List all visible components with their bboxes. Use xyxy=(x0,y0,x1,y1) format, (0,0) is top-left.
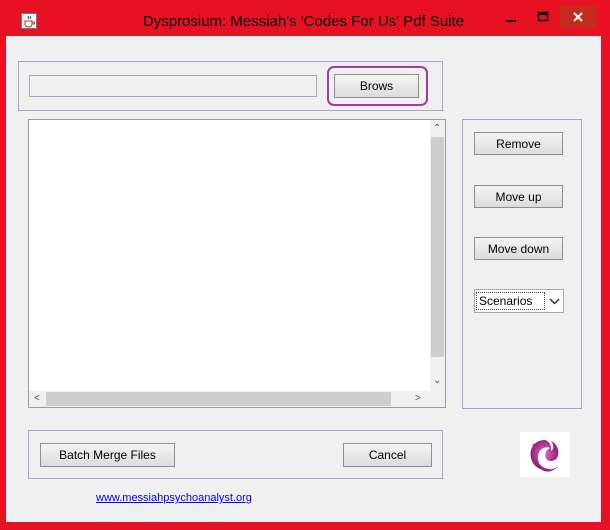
batch-merge-button[interactable]: Batch Merge Files xyxy=(40,443,175,467)
phoenix-logo xyxy=(520,432,570,477)
file-list[interactable]: ⌃ ⌄ < > xyxy=(28,119,446,408)
website-link[interactable]: www.messiahpsychoanalyst.org xyxy=(96,492,252,504)
title-bar[interactable]: Dysprosium: Messiah's 'Codes For Us' Pdf… xyxy=(6,6,601,36)
move-up-button[interactable]: Move up xyxy=(474,185,563,208)
browse-button[interactable]: Brows xyxy=(334,74,419,98)
scroll-left-icon[interactable]: < xyxy=(34,394,40,404)
main-window: Dysprosium: Messiah's 'Codes For Us' Pdf… xyxy=(6,6,601,522)
minimize-button[interactable] xyxy=(496,6,526,28)
file-path-field[interactable] xyxy=(29,75,317,97)
horizontal-scroll-thumb[interactable] xyxy=(46,392,391,406)
scroll-corner xyxy=(430,391,445,407)
vertical-scrollbar[interactable]: ⌃ ⌄ xyxy=(430,120,445,391)
remove-button[interactable]: Remove xyxy=(474,132,563,155)
vertical-scroll-thumb[interactable] xyxy=(431,137,444,357)
horizontal-scrollbar[interactable]: < > xyxy=(29,391,430,407)
chevron-down-icon[interactable] xyxy=(546,290,563,312)
scenarios-dropdown[interactable]: Scenarios xyxy=(474,289,564,313)
minimize-icon xyxy=(506,20,516,22)
side-panel xyxy=(462,119,582,409)
scroll-down-icon[interactable]: ⌄ xyxy=(433,376,441,386)
maximize-button[interactable] xyxy=(528,6,558,28)
maximize-icon xyxy=(537,11,549,22)
scenarios-selected-value: Scenarios xyxy=(476,292,545,310)
cancel-button[interactable]: Cancel xyxy=(343,443,432,467)
scroll-right-icon[interactable]: > xyxy=(415,394,421,404)
close-icon xyxy=(573,12,583,22)
move-down-button[interactable]: Move down xyxy=(474,237,563,260)
close-button[interactable] xyxy=(560,6,596,28)
scroll-up-icon[interactable]: ⌃ xyxy=(433,124,441,134)
